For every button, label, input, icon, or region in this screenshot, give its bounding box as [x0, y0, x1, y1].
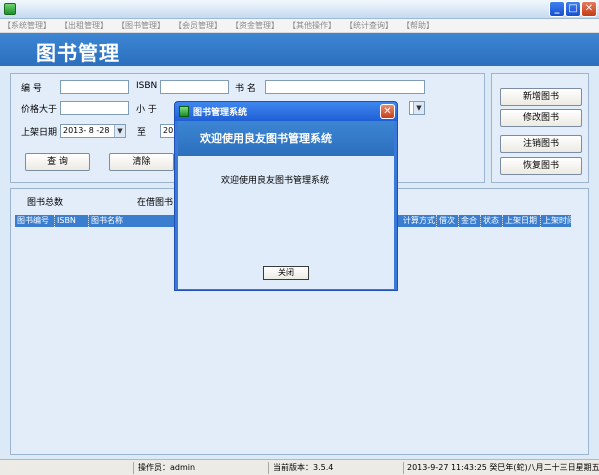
close-window-button[interactable]: ✕ [581, 1, 597, 17]
dialog-title: 图书管理系统 [193, 108, 248, 118]
version-status: 当前版本：3.5.4 [273, 463, 334, 472]
price-lt-label: 小 于 [136, 105, 157, 115]
price-gt-field[interactable] [60, 101, 129, 115]
column-book-id[interactable]: 图书编号 [15, 215, 55, 227]
minimize-button[interactable]: _ [549, 1, 565, 17]
header-banner: 图书管理 [0, 33, 599, 66]
isbn-field[interactable] [160, 80, 229, 94]
page-title: 图书管理 [36, 41, 120, 65]
column-book-name[interactable]: 图书名称 [89, 215, 129, 227]
clear-button[interactable]: 清除 [109, 153, 174, 171]
dialog-banner: 欢迎使用良友图书管理系统 [178, 121, 394, 156]
price-gt-label: 价格大于 [21, 105, 58, 115]
shelf-date-label: 上架日期 [21, 128, 58, 138]
menu-statistics[interactable]: 【统计查询】 [345, 20, 393, 31]
column-amount[interactable]: 金合 [459, 215, 481, 227]
column-shelf-date[interactable]: 上架日期 [503, 215, 541, 227]
id-label: 编 号 [21, 84, 42, 94]
chevron-down-icon: ▼ [114, 125, 125, 137]
book-icon [179, 106, 189, 117]
operator-status: 操作员：admin [138, 463, 196, 472]
column-status[interactable]: 状态 [481, 215, 503, 227]
remove-book-button[interactable]: 注销图书 [500, 135, 582, 153]
app-icon [4, 3, 16, 15]
status-bar: 操作员：admin 当前版本：3.5.4 2013-9-27 11:43:25 … [0, 459, 599, 475]
date-from-value: 2013- 8 -28 [63, 126, 110, 135]
query-button[interactable]: 查 询 [25, 153, 90, 171]
maximize-button[interactable]: □ [565, 1, 581, 17]
dialog-close-text-button[interactable]: 关闭 [263, 266, 309, 280]
welcome-dialog: 图书管理系统 ✕ 欢迎使用良友图书管理系统 欢迎使用良友图书管理系统 关闭 [174, 101, 398, 291]
column-isbn[interactable]: ISBN [55, 215, 89, 227]
dialog-titlebar[interactable]: 图书管理系统 ✕ [175, 102, 397, 121]
column-calc-method[interactable]: 计算方式 [401, 215, 437, 227]
date-from-picker[interactable]: 2013- 8 -28 ▼ [60, 124, 126, 138]
total-books-label: 图书总数 [27, 198, 64, 208]
menu-funds[interactable]: 【资金管理】 [231, 20, 279, 31]
date-to-label: 至 [137, 128, 147, 138]
edit-book-button[interactable]: 修改图书 [500, 109, 582, 127]
menu-system[interactable]: 【系统管理】 [3, 20, 51, 31]
status-divider [133, 462, 134, 474]
restore-book-button[interactable]: 恢复图书 [500, 157, 582, 175]
dialog-close-button[interactable]: ✕ [380, 104, 395, 119]
book-name-field[interactable] [265, 80, 425, 94]
borrowed-books-label: 在借图书 [137, 198, 174, 208]
menu-members[interactable]: 【会员管理】 [174, 20, 222, 31]
datetime-status: 2013-9-27 11:43:25 癸巳年(蛇)八月二十三日星期五 [407, 463, 599, 472]
status-divider [403, 462, 404, 474]
status-divider [268, 462, 269, 474]
menu-bar: 【系统管理】 【出租管理】 【图书管理】 【会员管理】 【资金管理】 【其他操作… [0, 19, 599, 33]
dialog-message: 欢迎使用良友图书管理系统 [221, 176, 330, 186]
isbn-label: ISBN [136, 81, 158, 91]
menu-rental[interactable]: 【出租管理】 [60, 20, 108, 31]
chevron-down-icon: ▼ [413, 102, 424, 114]
category-dropdown[interactable]: ▼ [409, 101, 425, 115]
dialog-heading: 欢迎使用良友图书管理系统 [200, 132, 332, 145]
column-borrow-count[interactable]: 借次 [437, 215, 459, 227]
menu-other[interactable]: 【其他操作】 [288, 20, 336, 31]
menu-books[interactable]: 【图书管理】 [117, 20, 165, 31]
action-panel: 新增图书 修改图书 注销图书 恢复图书 [491, 73, 589, 183]
id-field[interactable] [60, 80, 129, 94]
menu-help[interactable]: 【帮助】 [402, 20, 434, 31]
book-name-label: 书 名 [235, 84, 256, 94]
add-book-button[interactable]: 新增图书 [500, 88, 582, 106]
column-shelf-time[interactable]: 上架时间 [541, 215, 571, 227]
window-titlebar: _ □ ✕ [0, 0, 599, 19]
dialog-body: 欢迎使用良友图书管理系统 欢迎使用良友图书管理系统 关闭 [178, 121, 394, 289]
